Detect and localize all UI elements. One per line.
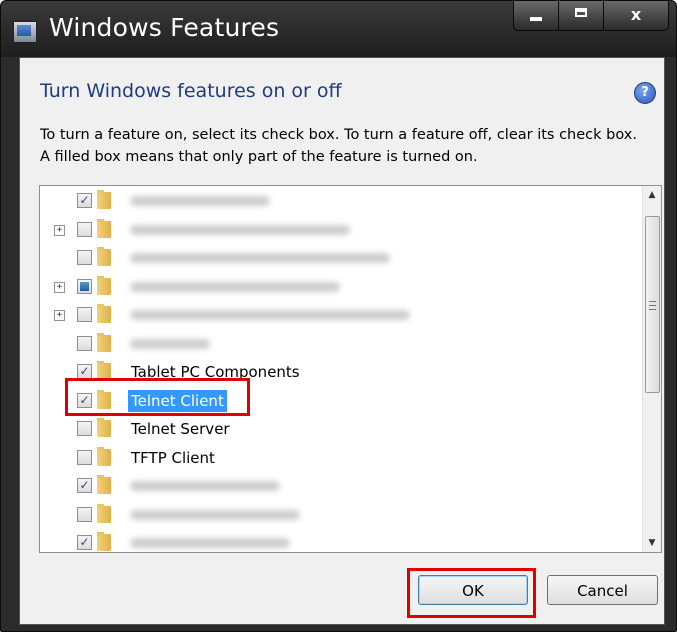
feature-row[interactable]: ✓ [40,188,636,214]
feature-checkbox[interactable] [77,449,92,465]
feature-checkbox[interactable]: ✓ [77,478,92,493]
folder-icon [97,275,111,295]
close-button[interactable]: x [603,1,669,31]
feature-label[interactable]: TFTP Client [128,447,218,469]
dialog-description: To turn a feature on, select its check b… [40,127,637,165]
feature-row[interactable]: ✓ Telnet Client [40,388,636,414]
expand-plus-icon[interactable]: + [54,224,65,236]
folder-icon [97,218,111,238]
feature-checkbox[interactable] [77,250,92,265]
ok-button[interactable]: OK [418,575,528,605]
expand-plus-icon[interactable]: + [54,310,65,321]
blurred-feature-label [130,481,280,491]
folder-icon [97,190,111,209]
vertical-scrollbar[interactable]: ▲ ▼ [642,186,661,552]
blurred-feature-label [130,310,410,320]
feature-row[interactable]: ✓ Tablet PC Components [40,359,636,385]
window-title: Windows Features [49,13,280,42]
scroll-down-arrow-icon[interactable]: ▼ [643,534,661,552]
feature-checkbox[interactable] [77,307,92,322]
blurred-feature-label [130,538,290,548]
blurred-feature-label [130,253,390,263]
feature-row[interactable]: ✓ [40,473,636,499]
feature-row[interactable] [40,245,636,271]
feature-row[interactable]: TFTP Client [40,445,636,471]
cancel-button[interactable]: Cancel [547,575,658,605]
feature-checkbox[interactable] [77,278,92,294]
blurred-feature-label [130,338,210,349]
folder-icon [97,475,111,494]
minimize-icon [530,17,542,21]
feature-row[interactable] [40,502,636,528]
scroll-up-arrow-icon[interactable]: ▲ [643,186,661,204]
feature-checkbox[interactable] [77,221,92,237]
folder-icon [97,532,111,551]
blurred-feature-label [130,196,270,206]
help-icon[interactable]: ? [634,82,656,104]
scroll-grip-icon [649,301,656,310]
folder-icon [97,446,111,466]
feature-label[interactable]: Telnet Client [128,389,227,412]
feature-label[interactable]: Tablet PC Components [128,361,303,383]
feature-row[interactable]: + [40,274,636,300]
expand-plus-icon[interactable]: + [54,281,65,293]
feature-checkbox[interactable]: ✓ [77,193,92,208]
feature-row[interactable] [40,331,636,357]
windows-features-app-icon [13,21,37,43]
folder-icon [97,361,111,380]
title-bar[interactable]: Windows Features x [1,1,676,57]
folder-icon [97,418,111,437]
folder-icon [97,304,111,323]
minimize-button[interactable] [513,1,559,31]
scroll-thumb[interactable] [645,216,660,393]
feature-checkbox[interactable] [77,335,92,351]
blurred-feature-label [130,509,300,520]
feature-row[interactable]: Telnet Server [40,416,636,442]
feature-checkbox[interactable]: ✓ [77,364,92,379]
feature-row[interactable]: + [40,302,636,328]
feature-checkbox[interactable]: ✓ [77,535,92,550]
close-icon: x [630,5,642,24]
folder-icon [97,332,111,352]
dialog-body: Turn Windows features on or off ? To tur… [19,57,665,625]
dialog-heading: Turn Windows features on or off [40,80,342,102]
blurred-feature-label [130,281,340,292]
features-tree[interactable]: ✓ + + + ✓ Tablet PC Components ✓ Telnet Client T… [39,185,662,553]
feature-row[interactable]: ✓ [40,530,636,552]
folder-icon [97,503,111,523]
windows-features-dialog: Windows Features x Turn Windows features… [0,0,677,632]
feature-checkbox[interactable]: ✓ [77,392,92,408]
maximize-button[interactable] [558,1,604,31]
feature-row[interactable]: + [40,217,636,243]
blurred-feature-label [130,224,350,235]
feature-checkbox[interactable] [77,421,92,436]
folder-icon [97,389,111,409]
feature-checkbox[interactable] [77,506,92,522]
folder-icon [97,247,111,266]
maximize-icon [575,8,587,17]
feature-label[interactable]: Telnet Server [128,418,233,440]
